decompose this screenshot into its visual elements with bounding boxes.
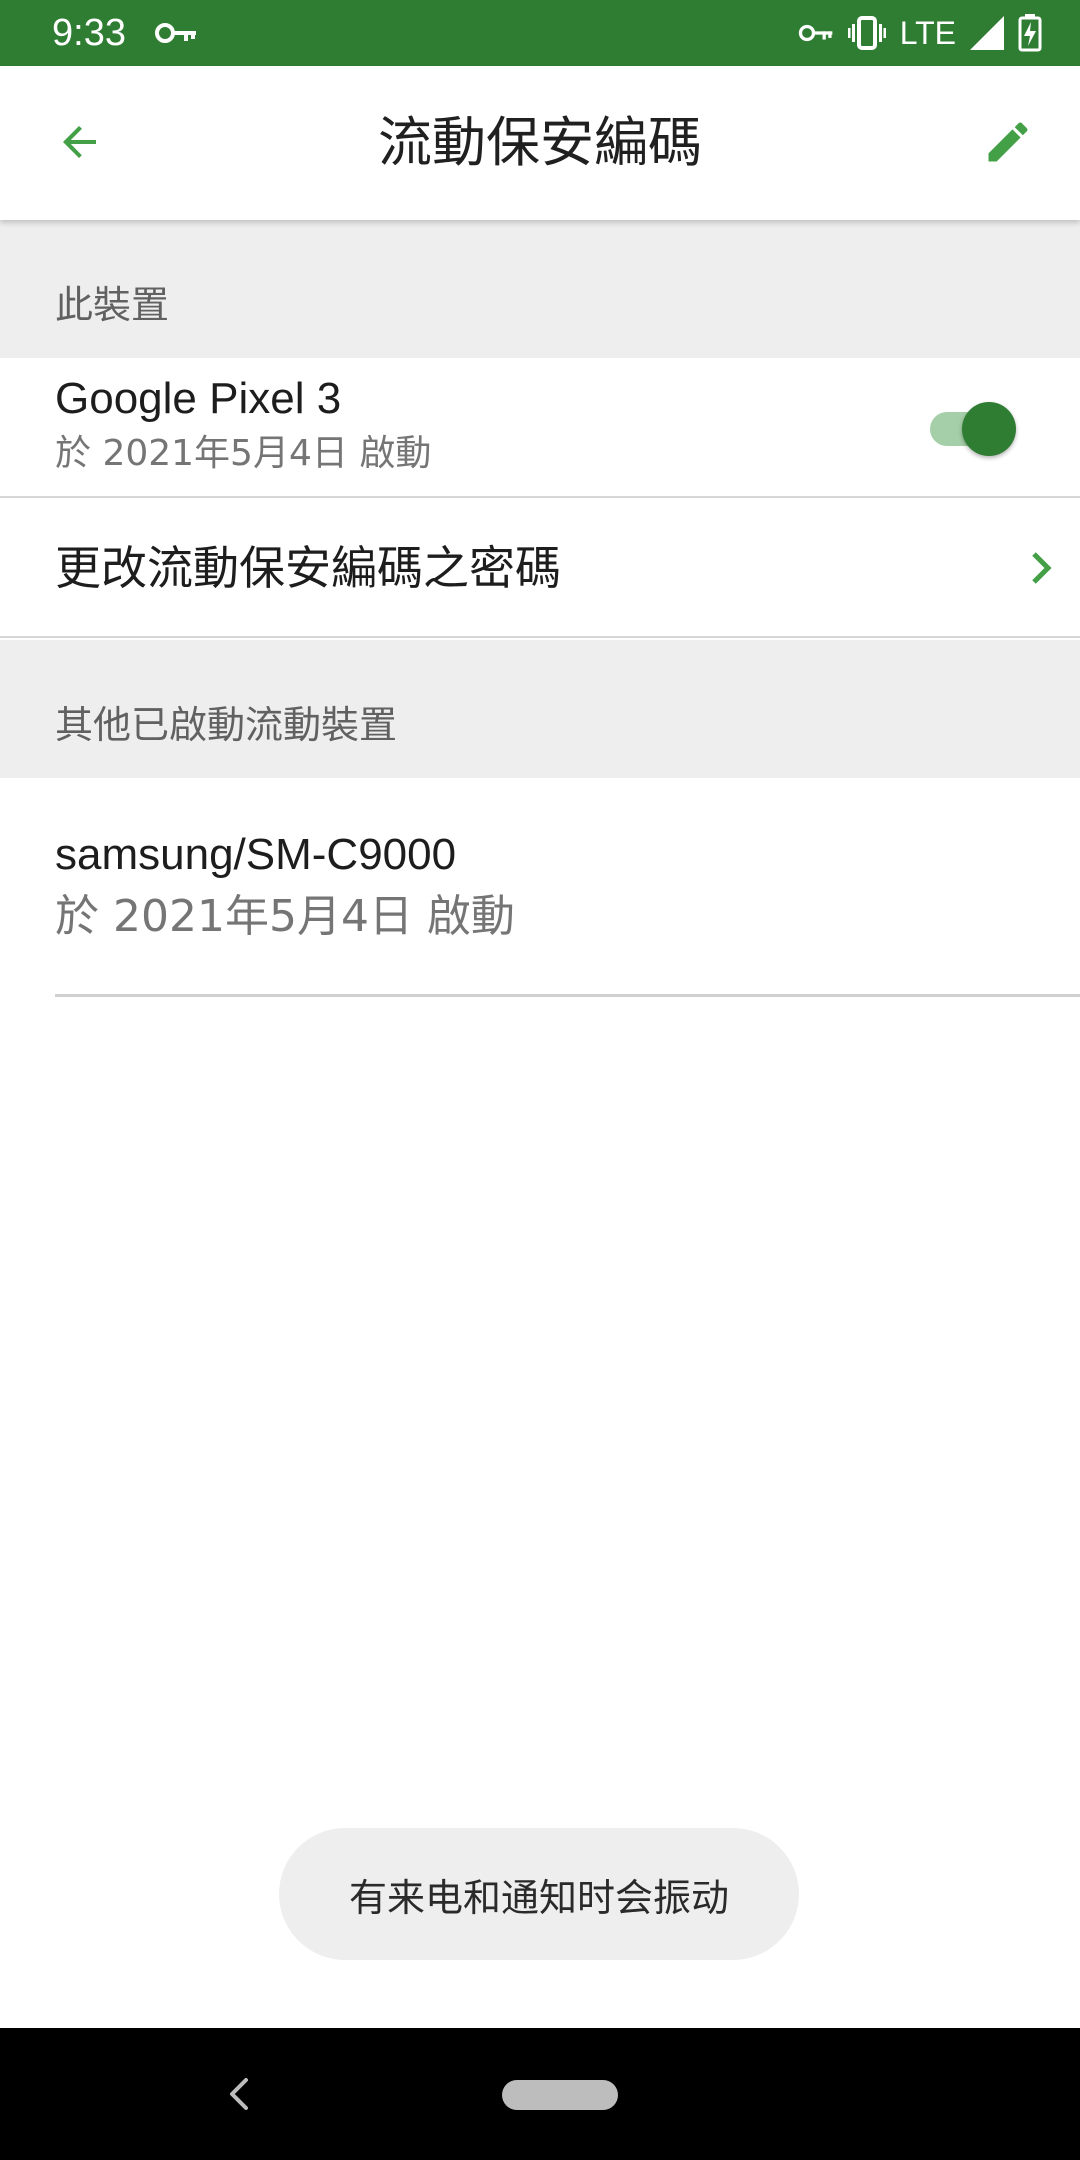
nav-home-pill[interactable] <box>502 2080 618 2110</box>
toast: 有来电和通知时会振动 <box>279 1828 799 1960</box>
this-device-row: Google Pixel 3 於 2021年5月4日 啟動 <box>0 358 1080 496</box>
section-header-this-device: 此裝置 <box>0 220 1080 358</box>
vpn-key-icon <box>798 24 833 42</box>
status-time: 9:33 <box>52 12 126 54</box>
edit-button[interactable] <box>972 106 1044 178</box>
toggle-thumb <box>962 402 1016 456</box>
screen: 9:33 LTE 流動保安編碼 此裝置 Google Pixel 3 於 202… <box>0 0 1080 2160</box>
chevron-right-icon <box>1032 552 1052 584</box>
section-header-other-devices: 其他已啟動流動裝置 <box>0 640 1080 778</box>
change-password-label: 更改流動保安編碼之密碼 <box>55 541 561 595</box>
app-bar: 流動保安編碼 <box>0 66 1080 220</box>
page-title: 流動保安編碼 <box>378 111 702 174</box>
list-item[interactable]: samsung/SM-C9000 於 2021年5月4日 啟動 <box>0 778 1080 994</box>
vibrate-icon <box>847 16 886 50</box>
nav-back-icon[interactable] <box>222 2072 258 2116</box>
device-name: Google Pixel 3 <box>55 374 342 423</box>
battery-charging-icon <box>1018 14 1042 52</box>
status-bar: 9:33 LTE <box>0 0 1080 66</box>
device-toggle[interactable] <box>926 400 1018 456</box>
divider <box>0 636 1080 638</box>
toast-text: 有来电和通知时会振动 <box>348 1875 729 1920</box>
change-password-row[interactable]: 更改流動保安編碼之密碼 <box>0 498 1080 638</box>
signal-icon <box>970 16 1004 50</box>
navigation-bar <box>0 2028 1080 2160</box>
device-activated-date: 於 2021年5月4日 啟動 <box>55 433 432 474</box>
vpn-key-icon <box>155 23 196 43</box>
network-type: LTE <box>899 15 956 51</box>
section-header-label: 其他已啟動流動裝置 <box>55 703 398 747</box>
pencil-icon <box>988 122 1028 162</box>
section-header-label: 此裝置 <box>55 283 170 327</box>
divider <box>55 994 1080 997</box>
other-device-name: samsung/SM-C9000 <box>55 830 457 879</box>
status-icons: LTE <box>798 12 1042 54</box>
other-device-activated-date: 於 2021年5月4日 啟動 <box>55 891 515 942</box>
